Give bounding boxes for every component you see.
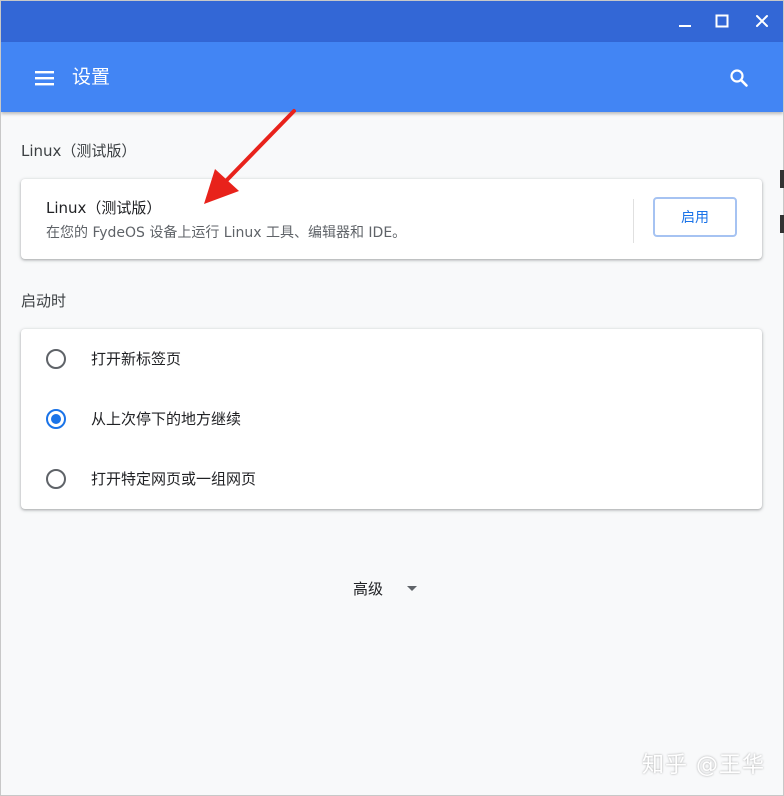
startup-option-new-tab[interactable]: 打开新标签页 [21, 329, 762, 389]
settings-toolbar: 设置 [1, 42, 783, 112]
hamburger-menu-icon [35, 71, 54, 86]
radio-label: 打开特定网页或一组网页 [91, 470, 257, 488]
edge-fragment [780, 215, 784, 233]
minimize-button[interactable] [673, 9, 697, 33]
linux-section-heading: Linux（测试版） [21, 142, 137, 160]
startup-section-heading: 启动时 [21, 292, 67, 310]
startup-option-continue[interactable]: 从上次停下的地方继续 [21, 389, 762, 449]
radio-button[interactable] [46, 469, 66, 489]
page-title: 设置 [72, 66, 111, 88]
linux-card: Linux（测试版） 在您的 FydeOS 设备上运行 Linux 工具、编辑器… [21, 179, 762, 259]
search-icon [730, 69, 748, 87]
caret-down-icon [407, 585, 418, 591]
startup-option-specific-pages[interactable]: 打开特定网页或一组网页 [21, 449, 762, 509]
radio-button-checked[interactable] [46, 409, 66, 429]
settings-window: 设置 Linux（测试版） Linux（测试版） 在您的 FydeOS 设备上运… [0, 0, 784, 796]
close-button[interactable] [750, 9, 774, 33]
card-divider [633, 199, 634, 243]
maximize-button[interactable] [710, 9, 734, 33]
radio-button[interactable] [46, 349, 66, 369]
linux-card-title: Linux（测试版） [46, 199, 162, 217]
startup-card: 打开新标签页 从上次停下的地方继续 打开特定网页或一组网页 [21, 329, 762, 509]
edge-fragment [780, 170, 784, 188]
watermark: 知乎 @王华 [642, 753, 765, 778]
radio-label: 打开新标签页 [91, 350, 182, 368]
maximize-icon [715, 14, 729, 28]
enable-linux-button[interactable]: 启用 [653, 197, 737, 237]
advanced-label: 高级 [353, 579, 384, 598]
window-titlebar [1, 1, 783, 42]
advanced-toggle[interactable]: 高级 [341, 573, 441, 603]
radio-label: 从上次停下的地方继续 [91, 410, 242, 428]
linux-card-description: 在您的 FydeOS 设备上运行 Linux 工具、编辑器和 IDE。 [46, 225, 407, 241]
search-button[interactable] [723, 62, 755, 94]
close-icon [756, 15, 768, 27]
minimize-icon [679, 25, 691, 27]
menu-button[interactable] [29, 62, 61, 94]
